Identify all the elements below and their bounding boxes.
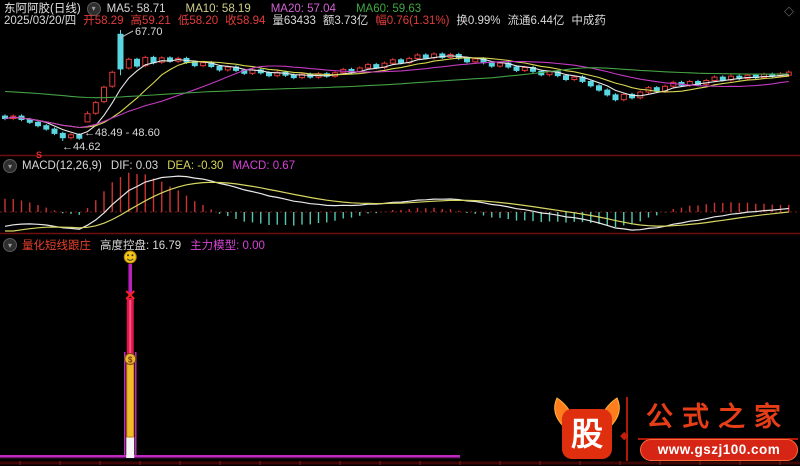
stock-title: 东阿阿胶(日线) [4,3,81,15]
brand-url: www.gszj100.com [640,439,798,461]
dif-value: DIF: 0.03 [110,160,159,172]
diamond-bullet-icon: ◆ [620,430,629,442]
quote-field: 换0.99% [456,15,501,27]
gap-price-annotation: ←48.49 - 48.60 [84,127,160,139]
brand-name: 公式之家 [638,395,798,440]
header-line-1: 东阿阿胶(日线) ▾ MA5: 58.71 MA10: 58.19 MA20: 57… [4,2,428,16]
quote-field: 额3.73亿 [322,15,369,27]
ma-value: MA20: 57.04 [270,3,336,15]
ma-value: MA5: 58.71 [106,3,166,15]
low-price-annotation: ←44.62 [62,141,101,153]
bull-logo-icon: 股 [554,397,620,459]
collapse-icon[interactable]: ▾ [3,159,17,173]
quote-field: 2025/03/20/四 [4,15,77,27]
kongpan-value: 高度控盘: 16.79 [100,240,182,252]
quote-field: 流通6.44亿 [507,15,565,27]
macd-panel-label: ▾ MACD(12,26,9) DIF: 0.03 DEA: -0.30 MAC… [3,159,304,173]
svg-text:$: $ [128,356,133,365]
ma-value: MA60: 59.63 [355,3,422,15]
signal-panel-label: ▾ 量化短线跟庄 高度控盘: 16.79 主力模型: 0.00 [3,237,274,253]
quote-field: 收58.94 [225,15,266,27]
macd-indicator-name: MACD(12,26,9) [22,160,102,172]
ma-values: MA5: 58.71 MA10: 58.19 MA20: 57.04 MA60: 59… [107,3,428,15]
collapse-icon[interactable]: ▾ [86,2,101,16]
collapse-icon[interactable]: ▾ [3,238,17,252]
quote-field: 低58.20 [177,15,219,27]
macd-value: MACD: 0.67 [232,160,296,172]
quote-field: 幅0.76(1.31%) [375,15,450,27]
diamond-icon[interactable]: ◇ [784,3,794,19]
peak-price-annotation: 67.70 [135,26,163,38]
ma-value: MA10: 58.19 [185,3,251,15]
quote-field: 中成药 [571,15,606,27]
signal-indicator-name: 量化短线跟庄 [22,240,91,252]
logo-char: 股 [571,416,603,452]
app-window: $ 东阿阿胶(日线) ▾ MA5: 58.71 MA10: 58.19 MA20: … [0,0,800,466]
zhuli-model-value: 主力模型: 0.00 [190,240,265,252]
quote-field: 开58.29 [83,15,124,27]
quote-field: 量63433 [272,15,316,27]
watermark: 股 ◆ 公式之家 www.gszj100.com [548,393,800,466]
header-line-2: 2025/03/20/四 开58.29 高59.21 低58.20 收58.94 量634… [4,15,613,27]
dea-value: DEA: -0.30 [167,160,224,172]
